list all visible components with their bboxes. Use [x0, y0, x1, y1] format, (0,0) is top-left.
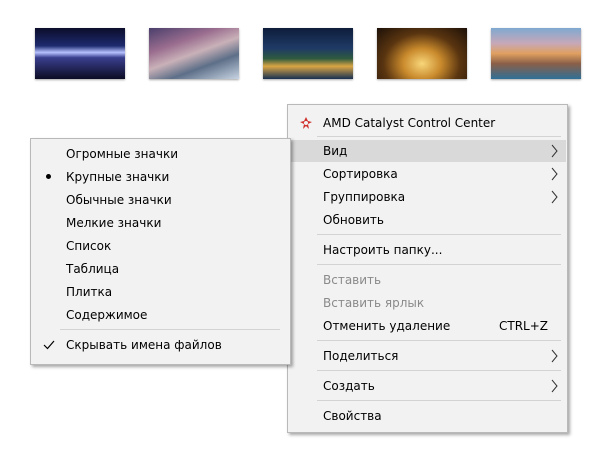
chevron-right-icon — [551, 144, 558, 158]
menu-item-label: Отменить удаление — [323, 319, 451, 333]
submenu-item-medium-icons[interactable]: Обычные значки — [32, 189, 289, 211]
menu-item-paste-shortcut[interactable]: Вставить ярлык — [289, 292, 566, 314]
submenu-item-extra-large-icons[interactable]: Огромные значки — [32, 143, 289, 165]
menu-item-label: Обновить — [323, 213, 384, 227]
submenu-item-details[interactable]: Таблица — [32, 258, 289, 280]
image-thumbnail[interactable] — [149, 28, 239, 79]
menu-separator — [317, 400, 561, 401]
menu-item-view[interactable]: Вид — [289, 140, 566, 162]
menu-item-label: Обычные значки — [66, 193, 172, 207]
menu-item-share[interactable]: Поделиться — [289, 345, 566, 367]
checkmark-icon — [43, 340, 55, 350]
submenu-item-small-icons[interactable]: Мелкие значки — [32, 212, 289, 234]
submenu-item-list[interactable]: Список — [32, 235, 289, 257]
chevron-right-icon — [551, 349, 558, 363]
menu-item-label: Настроить папку... — [323, 243, 443, 257]
menu-separator — [317, 370, 561, 371]
submenu-item-large-icons[interactable]: Крупные значки — [32, 166, 289, 188]
chevron-right-icon — [551, 379, 558, 393]
image-thumbnail[interactable] — [263, 28, 353, 79]
menu-item-undo-delete[interactable]: Отменить удаление CTRL+Z — [289, 315, 566, 337]
menu-separator — [60, 329, 280, 330]
menu-item-label: Свойства — [323, 409, 382, 423]
menu-item-label: Огромные значки — [66, 147, 178, 161]
image-thumbnail[interactable] — [491, 28, 581, 79]
menu-item-paste[interactable]: Вставить — [289, 269, 566, 291]
view-submenu: Огромные значки Крупные значки Обычные з… — [30, 138, 291, 365]
menu-item-group[interactable]: Группировка — [289, 186, 566, 208]
menu-separator — [317, 340, 561, 341]
menu-item-shortcut: CTRL+Z — [498, 319, 548, 333]
submenu-item-hide-file-names[interactable]: Скрывать имена файлов — [32, 334, 289, 356]
menu-item-label: Мелкие значки — [66, 216, 162, 230]
radio-bullet-icon — [46, 174, 51, 179]
menu-item-new[interactable]: Создать — [289, 375, 566, 397]
menu-item-sort[interactable]: Сортировка — [289, 163, 566, 185]
menu-item-amd-catalyst[interactable]: AMD Catalyst Control Center — [289, 112, 566, 134]
submenu-item-content[interactable]: Содержимое — [32, 304, 289, 326]
menu-item-label: Создать — [323, 379, 375, 393]
menu-item-customize-folder[interactable]: Настроить папку... — [289, 239, 566, 261]
image-thumbnail[interactable] — [377, 28, 467, 79]
chevron-right-icon — [551, 167, 558, 181]
menu-separator — [317, 234, 561, 235]
menu-item-label: Таблица — [66, 262, 120, 276]
menu-item-refresh[interactable]: Обновить — [289, 209, 566, 231]
menu-separator — [317, 136, 561, 137]
submenu-item-tiles[interactable]: Плитка — [32, 281, 289, 303]
amd-catalyst-icon — [300, 117, 312, 129]
menu-item-label: Список — [66, 239, 112, 253]
menu-item-label: Вставить — [323, 273, 382, 287]
menu-item-label: Содержимое — [66, 308, 148, 322]
menu-item-label: Крупные значки — [66, 170, 170, 184]
context-menu: AMD Catalyst Control Center Вид Сортиров… — [287, 104, 568, 433]
image-thumbnail[interactable] — [35, 28, 125, 79]
menu-item-label: Вставить ярлык — [323, 296, 425, 310]
menu-separator — [317, 264, 561, 265]
menu-item-label: Скрывать имена файлов — [66, 338, 222, 352]
menu-item-label: Группировка — [323, 190, 406, 204]
menu-item-label: Плитка — [66, 285, 113, 299]
menu-item-label: AMD Catalyst Control Center — [323, 116, 496, 130]
menu-item-label: Вид — [323, 144, 348, 158]
menu-item-label: Поделиться — [323, 349, 399, 363]
menu-item-properties[interactable]: Свойства — [289, 405, 566, 427]
chevron-right-icon — [551, 190, 558, 204]
menu-item-label: Сортировка — [323, 167, 398, 181]
